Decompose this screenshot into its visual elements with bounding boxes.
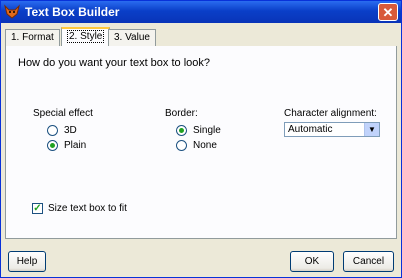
radio-label: Plain [64,140,87,151]
radio-plain[interactable]: Plain [47,140,86,151]
dialog-window: Text Box Builder ✕ 1. Format 2. Style 3.… [0,0,402,278]
alignment-select[interactable]: Automatic ▼ [284,122,380,137]
special-effect-label: Special effect [33,108,93,119]
radio-label: None [193,140,217,151]
window-title: Text Box Builder [25,5,120,19]
border-label: Border: [165,108,198,119]
radio-3d[interactable]: 3D [47,125,77,136]
chevron-down-icon[interactable]: ▼ [364,123,379,136]
tab-style[interactable]: 2. Style [61,27,111,47]
help-button[interactable]: Help [8,251,46,272]
close-icon: ✕ [382,5,394,20]
tab-label: 3. Value [114,32,150,43]
radio-button[interactable] [176,140,187,151]
alignment-label: Character alignment: [284,108,377,119]
radio-button[interactable] [47,140,58,151]
tab-value[interactable]: 3. Value [108,29,156,46]
ok-button[interactable]: OK [290,251,334,272]
size-to-fit-checkbox[interactable]: ✓ Size text box to fit [32,203,127,214]
tab-label: 2. Style [67,30,105,43]
fox-app-icon [4,4,20,19]
checkbox-label: Size text box to fit [48,203,127,214]
radio-label: Single [193,125,221,136]
title-bar[interactable]: Text Box Builder ✕ [1,1,401,23]
radio-label: 3D [64,125,77,136]
tab-format[interactable]: 1. Format [5,29,60,46]
cancel-button[interactable]: Cancel [343,251,394,272]
radio-none[interactable]: None [176,140,217,151]
question-text: How do you want your text box to look? [18,57,210,69]
alignment-value: Automatic [288,124,333,135]
radio-button[interactable] [47,125,58,136]
radio-single[interactable]: Single [176,125,221,136]
tab-label: 1. Format [11,32,54,43]
radio-button[interactable] [176,125,187,136]
close-button[interactable]: ✕ [378,3,398,21]
checkmark-icon[interactable]: ✓ [32,203,43,214]
